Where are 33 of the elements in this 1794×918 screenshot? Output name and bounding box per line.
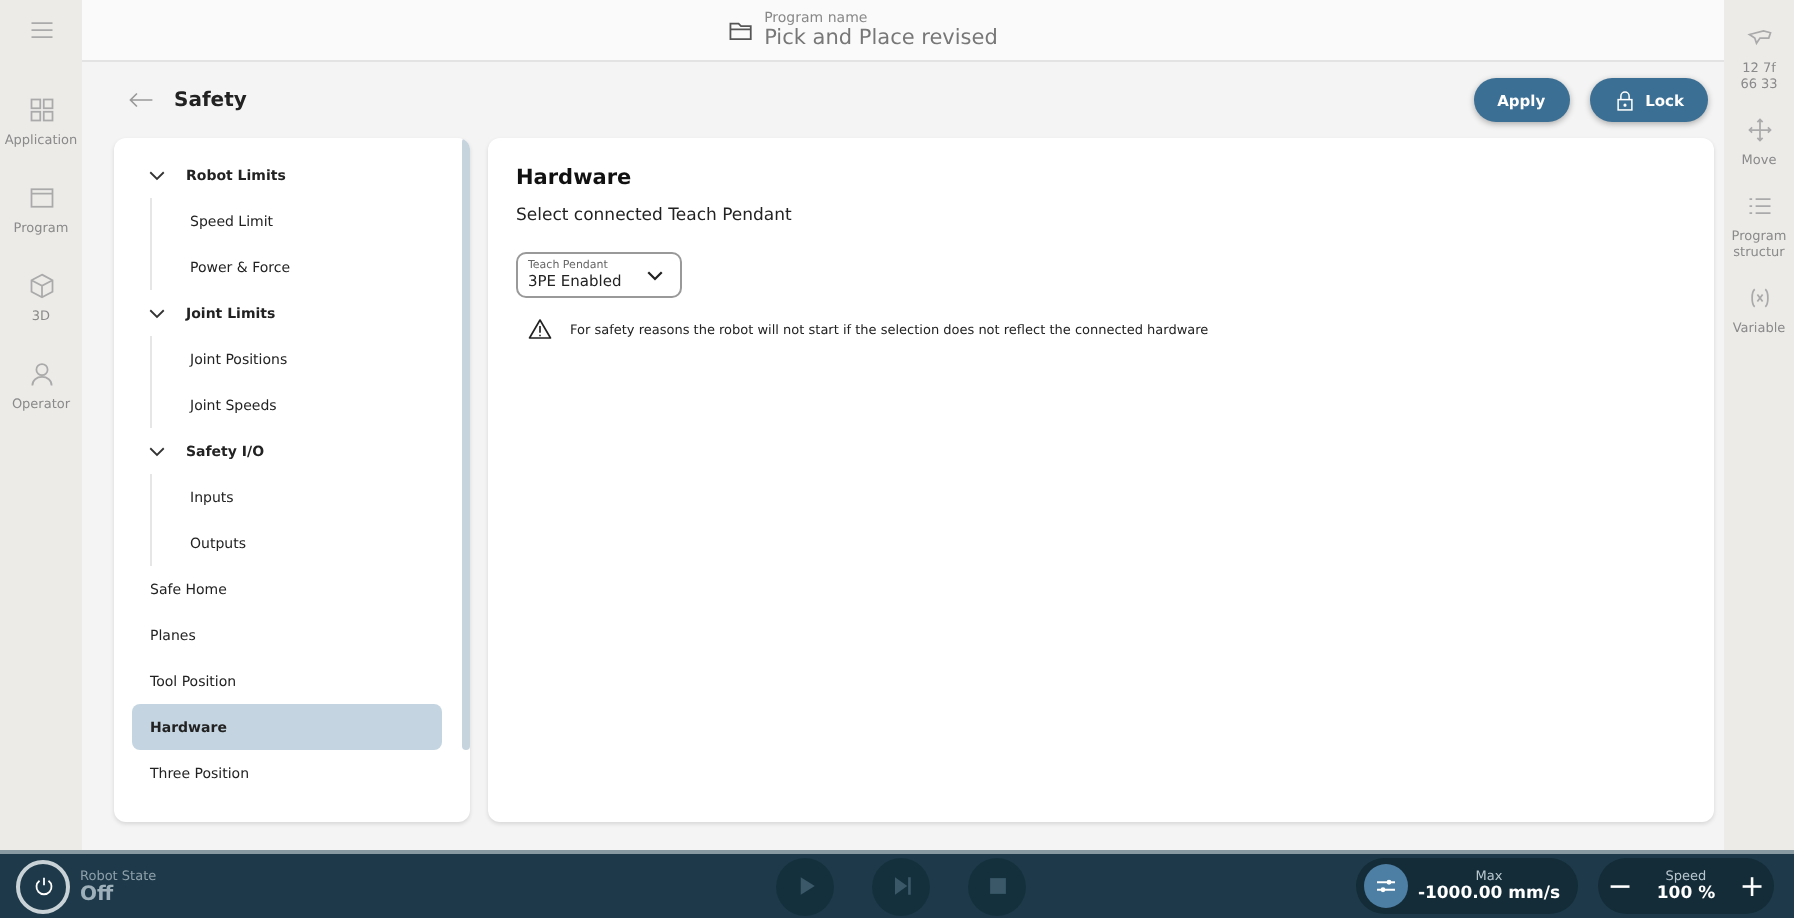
grid-icon — [27, 96, 55, 124]
chevron-down-icon — [148, 169, 166, 181]
cube-icon — [27, 272, 55, 300]
section-title: Hardware — [516, 166, 634, 190]
program-name: Pick and Place revised — [764, 26, 998, 50]
menu-icon — [27, 16, 55, 44]
section-subtitle: Select connected Teach Pendant — [516, 206, 794, 226]
folder-icon — [728, 17, 755, 43]
chevron-down-icon — [148, 445, 166, 457]
step-button[interactable] — [872, 857, 930, 915]
sliders-button[interactable] — [1364, 864, 1408, 908]
page-title: Safety — [174, 89, 247, 111]
move-arrows-icon — [1745, 116, 1773, 144]
chevron-down-icon — [148, 307, 166, 319]
list-icon — [1745, 192, 1773, 220]
warning-icon — [528, 318, 552, 340]
window-icon — [27, 184, 55, 212]
sliders-icon — [1374, 874, 1398, 898]
power-icon — [31, 874, 55, 898]
play-button[interactable] — [776, 857, 834, 915]
speed-value: 100 % — [1656, 884, 1716, 904]
stop-button[interactable] — [968, 857, 1026, 915]
max-value: -1000.00 mm/s — [1417, 884, 1561, 904]
back-arrow-icon[interactable] — [128, 90, 154, 110]
decrease-button[interactable]: − — [1598, 864, 1642, 908]
power-button[interactable] — [16, 859, 70, 913]
variable-icon — [1745, 284, 1773, 312]
chevron-down-icon — [645, 269, 664, 281]
robot-state-value: Off — [80, 883, 116, 905]
lock-icon — [1613, 89, 1636, 111]
person-icon — [27, 360, 55, 388]
increase-button[interactable]: + — [1730, 864, 1774, 908]
scrollbar[interactable] — [462, 138, 470, 750]
